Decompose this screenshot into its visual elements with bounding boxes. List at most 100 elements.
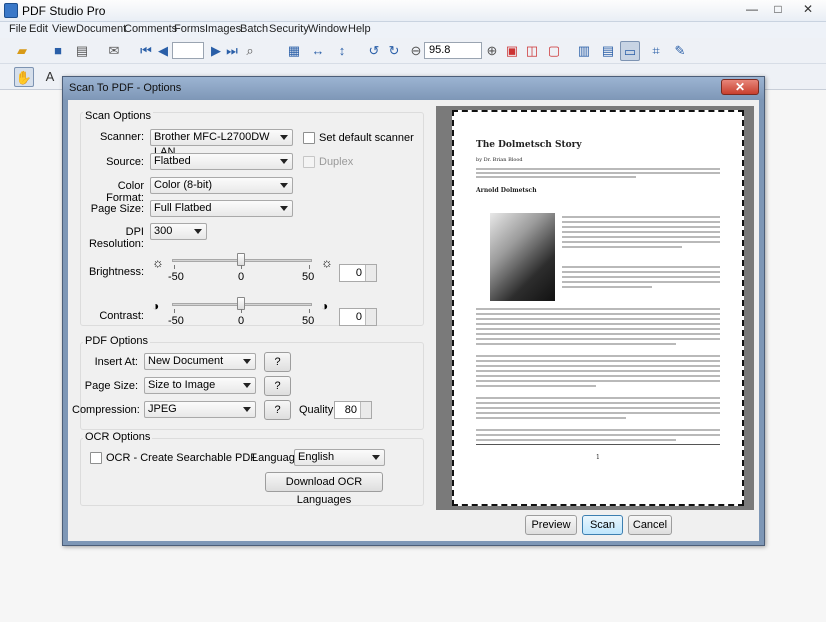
color-format-select[interactable]: Color (8-bit) <box>150 177 293 194</box>
quality-spinner[interactable]: 80 <box>334 401 372 419</box>
brightness-scale-mid: 0 <box>238 271 245 283</box>
ocr-checkbox-label: OCR - Create Searchable PDF <box>106 452 257 464</box>
page-size-select[interactable]: Full Flatbed <box>150 200 293 217</box>
zoom-out-icon[interactable]: ⊖ <box>406 41 426 61</box>
text-line <box>476 313 720 315</box>
insert-at-help-button[interactable]: ? <box>264 352 291 372</box>
dpi-select[interactable]: 300 <box>150 223 207 240</box>
scan-button[interactable]: Scan <box>582 515 623 535</box>
page-number-input[interactable] <box>172 42 204 59</box>
minimize-icon[interactable]: — <box>740 2 764 18</box>
ocr-checkbox[interactable] <box>90 452 102 464</box>
single-page-view-icon[interactable]: ▥ <box>574 41 594 61</box>
menu-bar: File Edit View Document Comments Forms I… <box>0 22 826 38</box>
loupe-icon[interactable]: ▢ <box>544 41 564 61</box>
quality-label: Quality: <box>299 404 337 416</box>
duplex-label: Duplex <box>319 156 354 168</box>
app-logo-icon <box>4 3 18 18</box>
print-icon[interactable]: ▤ <box>72 41 92 61</box>
contrast-tick <box>241 309 242 313</box>
hand-tool-icon[interactable]: ✋ <box>14 67 34 87</box>
menu-edit[interactable]: Edit <box>29 23 48 35</box>
preview-page: The Dolmetsch Story by Dr. Brian Blood A… <box>452 110 744 506</box>
spinner-up-icon[interactable] <box>365 265 376 273</box>
text-line <box>476 308 720 310</box>
spinner-up-icon[interactable] <box>365 309 376 317</box>
contrast-high-icon: ◑ <box>321 299 329 313</box>
download-ocr-languages-button[interactable]: Download OCR Languages <box>265 472 383 506</box>
scanner-select[interactable]: Brother MFC-L2700DW LAN <box>150 129 293 158</box>
insert-at-select[interactable]: New Document <box>144 353 256 370</box>
menu-window[interactable]: Window <box>308 23 347 35</box>
cancel-button[interactable]: Cancel <box>628 515 672 535</box>
snapshot-icon[interactable]: ▣ <box>502 41 522 61</box>
open-folder-icon[interactable]: ▰ <box>12 41 32 61</box>
fit-width-icon[interactable]: ↔ <box>308 41 328 61</box>
zoom-in-icon[interactable]: ⊕ <box>482 41 502 61</box>
source-select[interactable]: Flatbed <box>150 153 293 170</box>
compression-help-button[interactable]: ? <box>264 400 291 420</box>
menu-document[interactable]: Document <box>76 23 126 35</box>
zoom-search-icon[interactable]: ⌕ <box>240 41 260 61</box>
chevron-down-icon <box>280 183 288 188</box>
marquee-zoom-icon[interactable]: ◫ <box>522 41 542 61</box>
contrast-scale-min: -50 <box>168 315 184 327</box>
preview-button[interactable]: Preview <box>525 515 577 535</box>
duplex-checkbox[interactable] <box>303 156 315 168</box>
menu-comments[interactable]: Comments <box>124 23 177 35</box>
compression-value: JPEG <box>148 403 177 415</box>
source-label: Source: <box>106 156 144 168</box>
contrast-tick <box>309 309 310 313</box>
dialog-title-bar: Scan To PDF - Options ✕ <box>63 77 764 99</box>
text-select-icon[interactable]: A <box>40 67 60 87</box>
compression-select[interactable]: JPEG <box>144 401 256 418</box>
language-select[interactable]: English <box>294 449 385 466</box>
dialog-close-button[interactable]: ✕ <box>721 79 759 95</box>
crop-icon[interactable]: ⌗ <box>646 41 666 61</box>
text-line <box>476 434 720 436</box>
menu-images[interactable]: Images <box>205 23 241 35</box>
maximize-icon[interactable]: □ <box>766 2 790 18</box>
rotate-ccw-icon[interactable]: ↺ <box>364 41 384 61</box>
fit-page-icon[interactable]: ↕ <box>332 41 352 61</box>
text-line <box>476 439 676 441</box>
ocr-options-heading: OCR Options <box>83 431 153 443</box>
brightness-scale-max: 50 <box>302 271 315 283</box>
set-default-scanner-checkbox[interactable] <box>303 132 315 144</box>
email-icon[interactable]: ✉ <box>104 41 124 61</box>
spinner-up-icon[interactable] <box>360 402 371 410</box>
save-icon[interactable]: ■ <box>48 41 68 61</box>
spinner-down-icon[interactable] <box>365 317 376 325</box>
zoom-input[interactable]: 95.8 <box>424 42 482 59</box>
text-line <box>476 360 720 362</box>
edit-document-icon[interactable]: ✎ <box>670 41 690 61</box>
text-line <box>562 241 720 243</box>
app-title: PDF Studio Pro <box>22 4 106 18</box>
quality-value: 80 <box>344 404 357 416</box>
menu-file[interactable]: File <box>9 23 27 35</box>
scan-to-pdf-icon[interactable]: ▭ <box>620 41 640 61</box>
menu-batch[interactable]: Batch <box>240 23 268 35</box>
rotate-cw-icon[interactable]: ↻ <box>384 41 404 61</box>
contrast-spinner[interactable]: 0 <box>339 308 377 326</box>
menu-forms[interactable]: Forms <box>174 23 205 35</box>
text-line <box>476 176 636 178</box>
brightness-tick <box>241 265 242 269</box>
dpi-value: 300 <box>154 225 173 237</box>
page-size-help-button[interactable]: ? <box>264 376 291 396</box>
spinner-down-icon[interactable] <box>360 410 371 418</box>
page-size-label: Page Size: <box>90 203 144 215</box>
menu-security[interactable]: Security <box>269 23 309 35</box>
close-icon[interactable]: ✕ <box>796 2 820 18</box>
brightness-spinner[interactable]: 0 <box>339 264 377 282</box>
spinner-down-icon[interactable] <box>365 273 376 281</box>
previous-page-icon[interactable]: ◀ <box>153 41 173 61</box>
continuous-view-icon[interactable]: ▤ <box>598 41 618 61</box>
actual-size-icon[interactable]: ▦ <box>284 41 304 61</box>
menu-view[interactable]: View <box>52 23 76 35</box>
last-page-icon[interactable]: ⏭ <box>222 41 242 61</box>
menu-help[interactable]: Help <box>348 23 371 35</box>
pdf-page-size-select[interactable]: Size to Image <box>144 377 256 394</box>
brightness-tick <box>309 265 310 269</box>
chevron-down-icon <box>243 383 251 388</box>
